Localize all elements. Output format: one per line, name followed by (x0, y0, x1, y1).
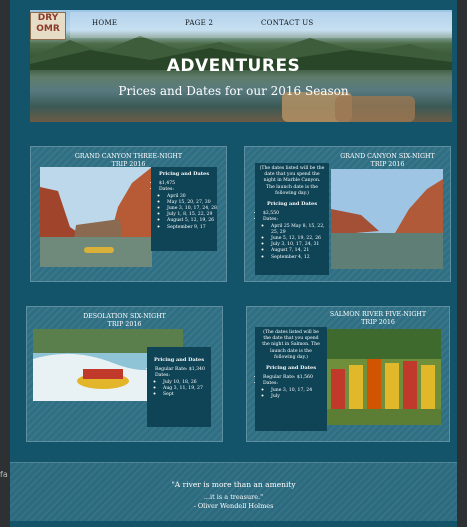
site-logo[interactable]: DRY OMR (30, 12, 66, 40)
pricing-panel: (The dates listed will be the date that … (255, 163, 329, 275)
background-text-fragment: fa (0, 470, 8, 479)
pricing-heading: Pricing and Dates (265, 365, 317, 372)
trip-note: (The dates listed will be the date that … (262, 330, 320, 360)
trip-card-grand-canyon-three-night: GRAND CANYON THREE-NIGHT TRIP 2016 Prici… (30, 146, 227, 282)
canyon-photo-art (40, 167, 152, 267)
trip-photo (325, 329, 441, 425)
nav-page-2[interactable]: PAGE 2 (185, 19, 213, 27)
pricing-heading: Pricing and Dates (153, 357, 205, 363)
pricing-heading: Pricing and Dates (158, 171, 210, 177)
pricing-panel: Pricing and Dates $1,475 Dates: April 30… (151, 167, 217, 251)
date-item: July (271, 394, 327, 400)
group-photo-art (325, 329, 441, 425)
trip-card-desolation-six-night: DESOLATION SIX-NIGHT TRIP 2016 Pricing a… (26, 306, 223, 442)
page-subtitle: Prices and Dates for our 2016 Season (118, 84, 349, 98)
canyon-photo-art (331, 169, 443, 269)
pricing-heading: Pricing and Dates (266, 201, 318, 208)
nav-contact-us[interactable]: CONTACT US (261, 19, 314, 27)
dates-label: Dates: (159, 187, 174, 193)
quote-author: - Oliver Wendell Holmes (193, 502, 274, 510)
card-title: GRAND CANYON SIX-NIGHT TRIP 2016 (325, 153, 450, 169)
card-title-line: SALMON RIVER FIVE-NIGHT (329, 311, 427, 318)
dates-label: Dates: (263, 217, 278, 223)
nav-home[interactable]: HOME (92, 19, 117, 27)
card-title-line: GRAND CANYON SIX-NIGHT (340, 153, 435, 160)
page-title: ADVENTURES (166, 56, 301, 76)
logo-line: OMR (36, 24, 60, 34)
card-title-line: TRIP 2016 (107, 321, 142, 328)
date-item: August 5, 12, 19, 26 (167, 218, 217, 224)
trip-card-grand-canyon-six-night: GRAND CANYON SIX-NIGHT TRIP 2016 (The da… (244, 146, 451, 282)
top-nav: HOME PAGE 2 CONTACT US (70, 12, 452, 38)
date-item: Sept (163, 392, 211, 398)
pricing-panel: (The dates listed will be the date that … (255, 327, 327, 431)
card-title-line: TRIP 2016 (361, 319, 395, 326)
trip-photo (331, 169, 443, 269)
card-title-line: GRAND CANYON THREE-NIGHT (74, 153, 183, 160)
date-item: April 25 May 8, 15, 22, 25, 29 (271, 224, 329, 236)
right-backdrop (457, 0, 467, 527)
card-title-line: DESOLATION SIX-NIGHT (83, 313, 166, 320)
card-title: DESOLATION SIX-NIGHT TRIP 2016 (27, 313, 222, 329)
trip-card-salmon-river-five-night: SALMON RIVER FIVE-NIGHT TRIP 2016 (The d… (246, 306, 450, 442)
date-item: September 9, 17 (167, 225, 217, 231)
card-title-line: TRIP 2016 (370, 161, 405, 168)
dates-label: Dates: (155, 373, 170, 379)
trip-photo (40, 167, 152, 267)
quote-banner: "A river is more than an amenity ...it i… (10, 462, 457, 521)
hero-raft (335, 96, 415, 122)
date-item: September 4, 12 (271, 255, 329, 261)
dates-label: Dates: (263, 381, 278, 387)
left-backdrop (0, 0, 10, 527)
logo-line: DRY (37, 13, 59, 23)
quote-line: ...it is a treasure." (203, 493, 264, 501)
card-title: SALMON RIVER FIVE-NIGHT TRIP 2016 (307, 311, 449, 327)
pricing-panel: Pricing and Dates Regular Rate: $1,340 D… (147, 347, 211, 427)
trip-note: (The dates listed will be the date that … (259, 166, 325, 196)
quote-line: "A river is more than an amenity (171, 480, 296, 489)
